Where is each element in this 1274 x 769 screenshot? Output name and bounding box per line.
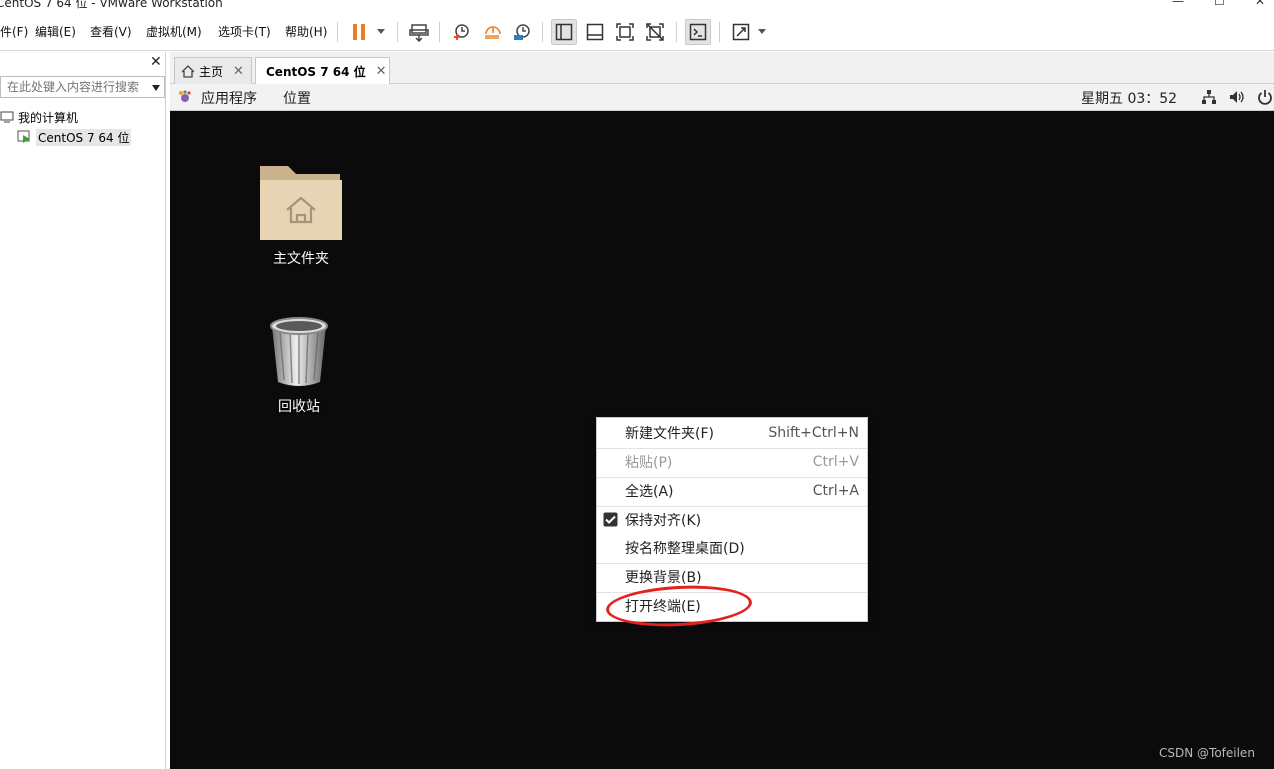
close-icon[interactable]: ✕ — [1255, 0, 1265, 8]
network-icon[interactable] — [1201, 89, 1217, 105]
snapshot-icon[interactable] — [448, 19, 474, 45]
menu-item-label: 新建文件夹(F) — [625, 426, 714, 442]
tab-label: 主页 — [199, 64, 224, 79]
home-icon — [181, 64, 195, 78]
menu-edit[interactable]: 编辑(E) — [35, 23, 76, 40]
checkmark-icon — [603, 512, 618, 527]
tree-item-centos[interactable]: CentOS 7 64 位 — [17, 128, 132, 146]
window-title-bar: CentOS 7 64 位 - VMware Workstation — ☐ ✕ — [0, 0, 1274, 14]
menu-item-shortcut: Shift+Ctrl+N — [768, 425, 859, 441]
menu-file[interactable]: 件(F) — [0, 23, 28, 40]
maximize-icon[interactable]: ☐ — [1214, 0, 1225, 8]
library-search[interactable] — [0, 76, 165, 98]
library-sidebar: ✕ 我的计算机 CentOS 7 64 位 — [0, 52, 166, 769]
unity-icon[interactable] — [642, 19, 668, 45]
menu-item-keep-aligned[interactable]: 保持对齐(K) — [597, 506, 867, 534]
tree-item-label: 我的计算机 — [18, 110, 79, 125]
menu-vm[interactable]: 虚拟机(M) — [146, 23, 202, 40]
toolbar-separator — [542, 22, 543, 42]
trash-icon — [270, 317, 328, 386]
menu-item-label: 粘贴(P) — [625, 455, 673, 471]
stretch-dropdown-icon[interactable] — [758, 29, 766, 34]
desktop-icon-label: 回收站 — [278, 399, 320, 415]
desktop-icon-trash[interactable]: 回收站 — [266, 314, 332, 416]
menu-item-change-background[interactable]: 更换背景(B) — [597, 563, 867, 591]
tab-centos[interactable]: CentOS 7 64 位 ✕ — [255, 57, 390, 85]
close-tab-icon[interactable]: ✕ — [233, 64, 244, 79]
vm-running-icon — [17, 130, 30, 143]
snapshot-manager-icon[interactable] — [509, 19, 535, 45]
power-icon[interactable] — [1257, 89, 1273, 105]
console-view-icon[interactable] — [582, 19, 608, 45]
menu-item-shortcut: Ctrl+A — [812, 483, 859, 499]
computer-icon — [0, 111, 14, 123]
pause-dropdown-icon[interactable] — [377, 29, 385, 34]
menu-item-label: 保持对齐(K) — [625, 513, 702, 529]
applications-menu[interactable]: 应用程序 — [201, 88, 257, 108]
toolbar-separator — [719, 22, 720, 42]
menu-item-shortcut: Ctrl+V — [812, 454, 859, 470]
tab-home[interactable]: 主页 ✕ — [174, 57, 252, 84]
close-tab-icon[interactable]: ✕ — [376, 64, 387, 79]
guest-top-panel: 应用程序 位置 星期五 03：52 — [170, 84, 1274, 111]
desktop-icon-home-folder[interactable]: 主文件夹 — [258, 158, 344, 268]
tree-item-my-computer[interactable]: 我的计算机 — [0, 108, 78, 126]
menu-item-label: 按名称整理桌面(D) — [625, 541, 745, 557]
library-view-icon[interactable] — [551, 19, 577, 45]
places-menu[interactable]: 位置 — [283, 88, 311, 108]
toolbar-separator — [439, 22, 440, 42]
menu-toolbar: 件(F) 编辑(E) 查看(V) 虚拟机(M) 选项卡(T) 帮助(H) — [0, 14, 1274, 51]
stretch-icon[interactable] — [728, 19, 754, 45]
toolbar-separator — [676, 22, 677, 42]
revert-snapshot-icon[interactable] — [479, 19, 505, 45]
gnome-foot-icon — [179, 90, 191, 102]
search-dropdown-icon[interactable] — [152, 85, 160, 91]
menu-tabs[interactable]: 选项卡(T) — [218, 23, 271, 40]
home-folder-icon — [260, 166, 342, 240]
menu-item-label: 全选(A) — [625, 484, 674, 500]
close-library-icon[interactable]: ✕ — [150, 54, 162, 70]
desktop-context-menu: 新建文件夹(F) Shift+Ctrl+N 粘贴(P) Ctrl+V 全选(A)… — [596, 417, 868, 622]
send-keys-icon[interactable] — [406, 19, 432, 45]
pause-icon[interactable] — [346, 19, 372, 45]
minimize-icon[interactable]: — — [1172, 0, 1184, 8]
window-title: CentOS 7 64 位 - VMware Workstation — [0, 0, 223, 10]
clock[interactable]: 星期五 03：52 — [1081, 88, 1177, 108]
menu-view[interactable]: 查看(V) — [90, 23, 132, 40]
menu-item-label: 更换背景(B) — [625, 570, 702, 586]
terminal-icon[interactable] — [685, 19, 711, 45]
tab-bar: 主页 ✕ CentOS 7 64 位 ✕ — [170, 52, 1274, 85]
menu-item-select-all[interactable]: 全选(A) Ctrl+A — [597, 477, 867, 505]
fullscreen-icon[interactable] — [612, 19, 638, 45]
toolbar-separator — [397, 22, 398, 42]
desktop-icon-label: 主文件夹 — [273, 251, 329, 267]
tab-label: CentOS 7 64 位 — [266, 65, 366, 79]
library-search-input[interactable] — [7, 79, 147, 95]
watermark: CSDN @Tofeilen — [1159, 746, 1255, 760]
menu-help[interactable]: 帮助(H) — [285, 23, 327, 40]
toolbar-separator — [337, 22, 338, 42]
menu-item-open-terminal[interactable]: 打开终端(E) — [597, 592, 867, 620]
tree-item-label: CentOS 7 64 位 — [36, 128, 132, 146]
menu-item-arrange-by-name[interactable]: 按名称整理桌面(D) — [597, 534, 867, 562]
volume-icon[interactable] — [1228, 89, 1244, 105]
menu-item-label: 打开终端(E) — [625, 599, 701, 615]
menu-item-new-folder[interactable]: 新建文件夹(F) Shift+Ctrl+N — [597, 419, 867, 447]
menu-item-paste: 粘贴(P) Ctrl+V — [597, 448, 867, 476]
